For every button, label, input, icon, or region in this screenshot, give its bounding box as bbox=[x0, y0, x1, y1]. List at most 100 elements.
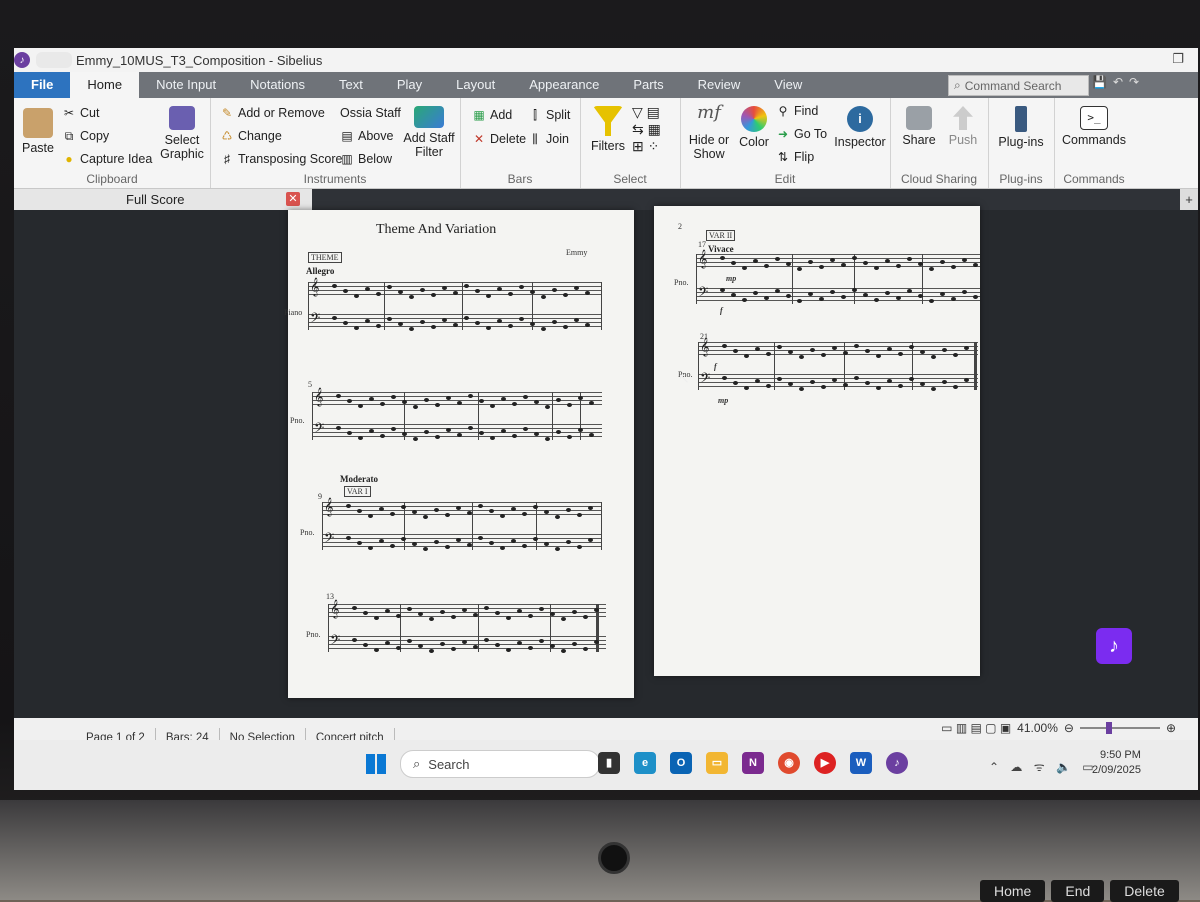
chrome-icon[interactable]: ◉ bbox=[778, 752, 800, 774]
bass-clef-icon: 𝄢 bbox=[700, 370, 711, 389]
zoom-out-icon[interactable]: ⊖ bbox=[1064, 721, 1074, 735]
restore-window-icon[interactable]: ❐ bbox=[1172, 51, 1184, 67]
capture-idea-button[interactable]: ● Capture Idea bbox=[62, 152, 152, 166]
add-tab-icon[interactable]: + bbox=[1180, 189, 1198, 210]
notehead bbox=[391, 427, 396, 431]
score-page-1[interactable]: Theme And Variation Emmy THEME Allegro P… bbox=[284, 210, 634, 698]
notehead bbox=[352, 606, 357, 610]
tab-view[interactable]: View bbox=[757, 72, 819, 98]
join-bar-button[interactable]: ⫼ Join bbox=[528, 132, 569, 146]
tab-review[interactable]: Review bbox=[681, 72, 758, 98]
zoom-in-icon[interactable]: ⊕ bbox=[1166, 721, 1176, 735]
system-tray-icons[interactable]: ⌃ ☁ ᯤ 🔈 ▭ bbox=[989, 758, 1098, 775]
file-explorer-icon[interactable]: ▭ bbox=[706, 752, 728, 774]
copy-button[interactable]: ⧉ Copy bbox=[62, 129, 109, 143]
outlook-icon[interactable]: O bbox=[670, 752, 692, 774]
group-label-plugins: Plug-ins bbox=[999, 172, 1043, 186]
commands-button[interactable]: >_ Commands bbox=[1060, 106, 1128, 147]
find-button[interactable]: ⚲ Find bbox=[776, 104, 819, 118]
hide-show-button[interactable]: mf Hide or Show bbox=[686, 104, 732, 162]
tab-notations[interactable]: Notations bbox=[233, 72, 322, 98]
notehead bbox=[423, 547, 428, 551]
windows-start-icon[interactable] bbox=[366, 754, 386, 774]
notehead bbox=[368, 546, 373, 550]
keyboard-keys: Home End Delete bbox=[980, 880, 1179, 902]
add-remove-instrument-button[interactable]: ✎ Add or Remove bbox=[220, 106, 325, 120]
tab-text[interactable]: Text bbox=[322, 72, 380, 98]
tab-home[interactable]: Home bbox=[70, 72, 140, 98]
tab-note-input[interactable]: Note Input bbox=[139, 72, 233, 98]
notehead bbox=[489, 541, 494, 545]
notehead bbox=[797, 267, 802, 271]
transposing-score-button[interactable]: ♯ Transposing Score bbox=[220, 152, 342, 166]
edge-browser-icon[interactable]: e bbox=[634, 752, 656, 774]
notehead bbox=[486, 294, 491, 298]
join-icon: ⫼ bbox=[532, 132, 538, 146]
ossia-below-button[interactable]: ▥ Below bbox=[340, 152, 392, 166]
notehead bbox=[478, 504, 483, 508]
notehead bbox=[457, 433, 462, 437]
word-icon[interactable]: W bbox=[850, 752, 872, 774]
info-icon: i bbox=[847, 106, 873, 132]
group-cloud-sharing: Share Push Cloud Sharing bbox=[890, 98, 989, 188]
notehead bbox=[918, 294, 923, 298]
treble-staff bbox=[696, 254, 980, 270]
notehead bbox=[343, 289, 348, 293]
zoom-slider-thumb[interactable] bbox=[1105, 722, 1112, 734]
instrument-short-name: Pno. bbox=[306, 630, 321, 639]
notehead bbox=[887, 379, 892, 383]
score-panel-tab[interactable]: Full Score ✕ bbox=[14, 189, 312, 210]
quick-access-icons[interactable]: 💾↶↷ bbox=[1092, 75, 1145, 89]
notehead bbox=[766, 352, 771, 356]
taskbar: ⌕ Search ▮ e O ▭ N ◉ ▶ W ♪ ⌃ ☁ ᯤ 🔈 ▭ 9:5… bbox=[14, 740, 1198, 790]
youtube-music-icon[interactable]: ▶ bbox=[814, 752, 836, 774]
select-tools-icons[interactable]: ▽ ▤ ⇆ ▦ ⊞ ⁘ bbox=[632, 104, 661, 155]
paste-button[interactable]: Paste bbox=[20, 108, 56, 155]
add-staff-filter-button[interactable]: Add Staff Filter bbox=[402, 106, 456, 159]
system-clock[interactable]: 9:50 PM 2/09/2025 bbox=[1092, 748, 1141, 778]
select-graphic-button[interactable]: Select Graphic bbox=[158, 106, 206, 161]
tab-parts[interactable]: Parts bbox=[616, 72, 680, 98]
view-mode-icons[interactable]: ▭ ▥ ▤ ▢ ▣ bbox=[941, 721, 1011, 735]
cut-button[interactable]: ✂ Cut bbox=[62, 106, 99, 120]
go-to-button[interactable]: ➜ Go To bbox=[776, 127, 827, 141]
split-bar-button[interactable]: ⫿ Split bbox=[528, 108, 570, 122]
plugins-button[interactable]: Plug-ins bbox=[994, 106, 1048, 149]
notehead bbox=[369, 397, 374, 401]
sibelius-taskbar-icon[interactable]: ♪ bbox=[886, 752, 908, 774]
inspector-button[interactable]: i Inspector bbox=[834, 106, 886, 149]
notehead bbox=[500, 546, 505, 550]
score-page-2[interactable]: 2 VAR II 17 Vivace mp Pno. f 𝄞 𝄢 21 Pno.… bbox=[654, 206, 980, 676]
tab-layout[interactable]: Layout bbox=[439, 72, 512, 98]
onenote-icon[interactable]: N bbox=[742, 752, 764, 774]
flip-button[interactable]: ⇅ Flip bbox=[776, 150, 814, 164]
notehead bbox=[544, 542, 549, 546]
share-button[interactable]: Share bbox=[900, 106, 938, 147]
notehead bbox=[854, 376, 859, 380]
notehead bbox=[588, 506, 593, 510]
bar-number-5: 5 bbox=[308, 380, 312, 389]
bass-clef-icon: 𝄢 bbox=[330, 632, 341, 651]
key-end: End bbox=[1051, 880, 1105, 902]
ossia-above-button[interactable]: ▤ Above bbox=[340, 129, 393, 143]
change-instrument-button[interactable]: ♺ Change bbox=[220, 129, 282, 143]
color-button[interactable]: Color bbox=[736, 106, 772, 149]
zoom-slider[interactable] bbox=[1079, 722, 1160, 734]
command-search-input[interactable]: ⌕ Command Search bbox=[948, 75, 1089, 96]
delete-bar-button[interactable]: ✕ Delete bbox=[472, 132, 526, 146]
taskbar-search[interactable]: ⌕ Search bbox=[400, 750, 600, 778]
music-note-icon[interactable]: ♪ bbox=[1096, 628, 1132, 664]
notehead bbox=[379, 539, 384, 543]
bass-clef-icon: 𝄢 bbox=[310, 310, 321, 329]
add-bar-button[interactable]: ▦ Add bbox=[472, 108, 512, 122]
close-icon[interactable]: ✕ bbox=[286, 192, 300, 206]
tab-file[interactable]: File bbox=[14, 72, 71, 98]
task-view-icon[interactable]: ▮ bbox=[598, 752, 620, 774]
notehead bbox=[940, 292, 945, 296]
notehead bbox=[887, 347, 892, 351]
tab-play[interactable]: Play bbox=[380, 72, 439, 98]
push-button[interactable]: Push bbox=[944, 106, 982, 147]
filters-button[interactable]: Filters bbox=[590, 106, 626, 153]
notehead bbox=[390, 544, 395, 548]
tab-appearance[interactable]: Appearance bbox=[512, 72, 616, 98]
